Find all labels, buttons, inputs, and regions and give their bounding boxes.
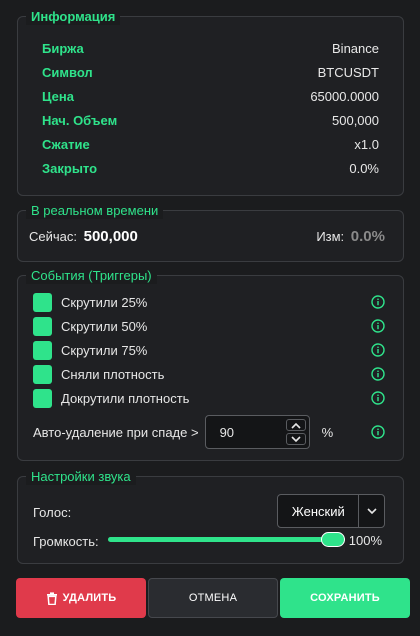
volume-value: 100% (348, 533, 382, 548)
info-row-price: Цена 65000.0000 (42, 86, 379, 106)
trigger-row-50: Скрутили 50% (33, 316, 385, 336)
trigger-label: Скрутили 25% (61, 294, 148, 310)
info-label: Закрыто (42, 160, 98, 176)
info-circle-icon[interactable] (371, 367, 385, 381)
info-row-initial-volume: Нач. Объем 500,000 (42, 110, 379, 130)
info-panel: Информация Биржа Binance Символ BTCUSDT … (17, 9, 404, 196)
info-label: Сжатие (42, 136, 90, 152)
trigger-checkbox-filled-density[interactable] (33, 388, 52, 408)
save-button-label: СОХРАНИТЬ (310, 592, 380, 604)
trash-icon (46, 591, 57, 605)
delete-button-label: УДАЛИТЬ (62, 592, 117, 604)
info-circle-icon[interactable] (371, 391, 385, 405)
info-value: Binance (332, 40, 379, 56)
info-circle-icon[interactable] (371, 319, 385, 333)
trigger-checkbox-removed-density[interactable] (33, 364, 52, 384)
info-circle-icon[interactable] (371, 295, 385, 309)
info-circle-icon[interactable] (371, 425, 385, 439)
trigger-label: Сняли плотность (61, 366, 165, 382)
realtime-panel: В реальном времени Сейчас: 500,000 Изм: … (17, 203, 404, 262)
volume-slider-thumb[interactable] (321, 532, 345, 547)
cancel-button[interactable]: ОТМЕНА (148, 578, 278, 618)
realtime-change: Изм: 0.0% (316, 228, 385, 245)
trigger-row-filled-density: Докрутили плотность (33, 388, 385, 408)
delete-button[interactable]: УДАЛИТЬ (16, 578, 146, 618)
info-value: BTCUSDT (317, 64, 379, 80)
auto-delete-value: 90 (219, 424, 235, 440)
info-panel-title: Информация (26, 9, 121, 25)
realtime-now-value: 500,000 (83, 228, 138, 245)
info-label: Символ (42, 64, 93, 80)
info-row-exchange: Биржа Binance (42, 38, 379, 58)
realtime-change-label: Изм: (316, 229, 345, 244)
sound-panel-title: Настройки звука (26, 469, 136, 485)
info-value: 65000.0000 (310, 88, 379, 104)
chevron-down-icon (367, 507, 377, 514)
info-row-symbol: Символ BTCUSDT (42, 62, 379, 82)
events-panel-title: События (Триггеры) (26, 268, 157, 284)
voice-select-value: Женский (291, 503, 345, 519)
trigger-row-removed-density: Сняли плотность (33, 364, 385, 384)
realtime-now-label: Сейчас: (29, 229, 77, 244)
info-row-compression: Сжатие x1.0 (42, 134, 379, 154)
trigger-row-75: Скрутили 75% (33, 340, 385, 360)
volume-slider[interactable] (108, 532, 345, 547)
voice-label: Голос: (33, 505, 72, 520)
info-value: x1.0 (354, 136, 379, 152)
realtime-now: Сейчас: 500,000 (29, 228, 138, 245)
info-value: 0.0% (349, 160, 379, 176)
sound-panel: Настройки звука Голос: Женский Громкость… (17, 469, 404, 564)
events-panel: События (Триггеры) Скрутили 25% Скрутили… (17, 268, 404, 461)
info-row-closed: Закрыто 0.0% (42, 158, 379, 178)
info-label: Цена (42, 88, 74, 104)
stepper-down-button[interactable] (285, 433, 306, 445)
realtime-change-value: 0.0% (350, 228, 385, 245)
trigger-label: Докрутили плотность (61, 390, 190, 406)
info-label: Биржа (42, 40, 84, 56)
trigger-label: Скрутили 50% (61, 318, 148, 334)
trigger-checkbox-75[interactable] (33, 340, 52, 360)
chevron-up-icon (291, 422, 301, 429)
save-button[interactable]: СОХРАНИТЬ (280, 578, 410, 618)
realtime-panel-title: В реальном времени (26, 203, 164, 219)
voice-select-arrow[interactable] (358, 495, 384, 527)
auto-delete-label: Авто-удаление при спаде > (33, 424, 199, 440)
volume-slider-fill (108, 537, 345, 542)
auto-delete-row: Авто-удаление при спаде > 90 % (33, 415, 385, 449)
trigger-checkbox-25[interactable] (33, 292, 52, 312)
trigger-row-25: Скрутили 25% (33, 292, 385, 312)
trigger-label: Скрутили 75% (61, 342, 148, 358)
cancel-button-label: ОТМЕНА (188, 592, 238, 604)
auto-delete-stepper (285, 418, 306, 446)
volume-label: Громкость: (33, 534, 99, 549)
info-value: 500,000 (332, 112, 379, 128)
info-circle-icon[interactable] (371, 343, 385, 357)
voice-select[interactable]: Женский (277, 494, 385, 528)
auto-delete-input[interactable]: 90 (204, 415, 310, 449)
info-label: Нач. Объем (42, 112, 118, 128)
chevron-down-icon (291, 435, 301, 442)
trigger-checkbox-50[interactable] (33, 316, 52, 336)
stepper-up-button[interactable] (285, 419, 306, 431)
auto-delete-unit: % (321, 424, 334, 440)
